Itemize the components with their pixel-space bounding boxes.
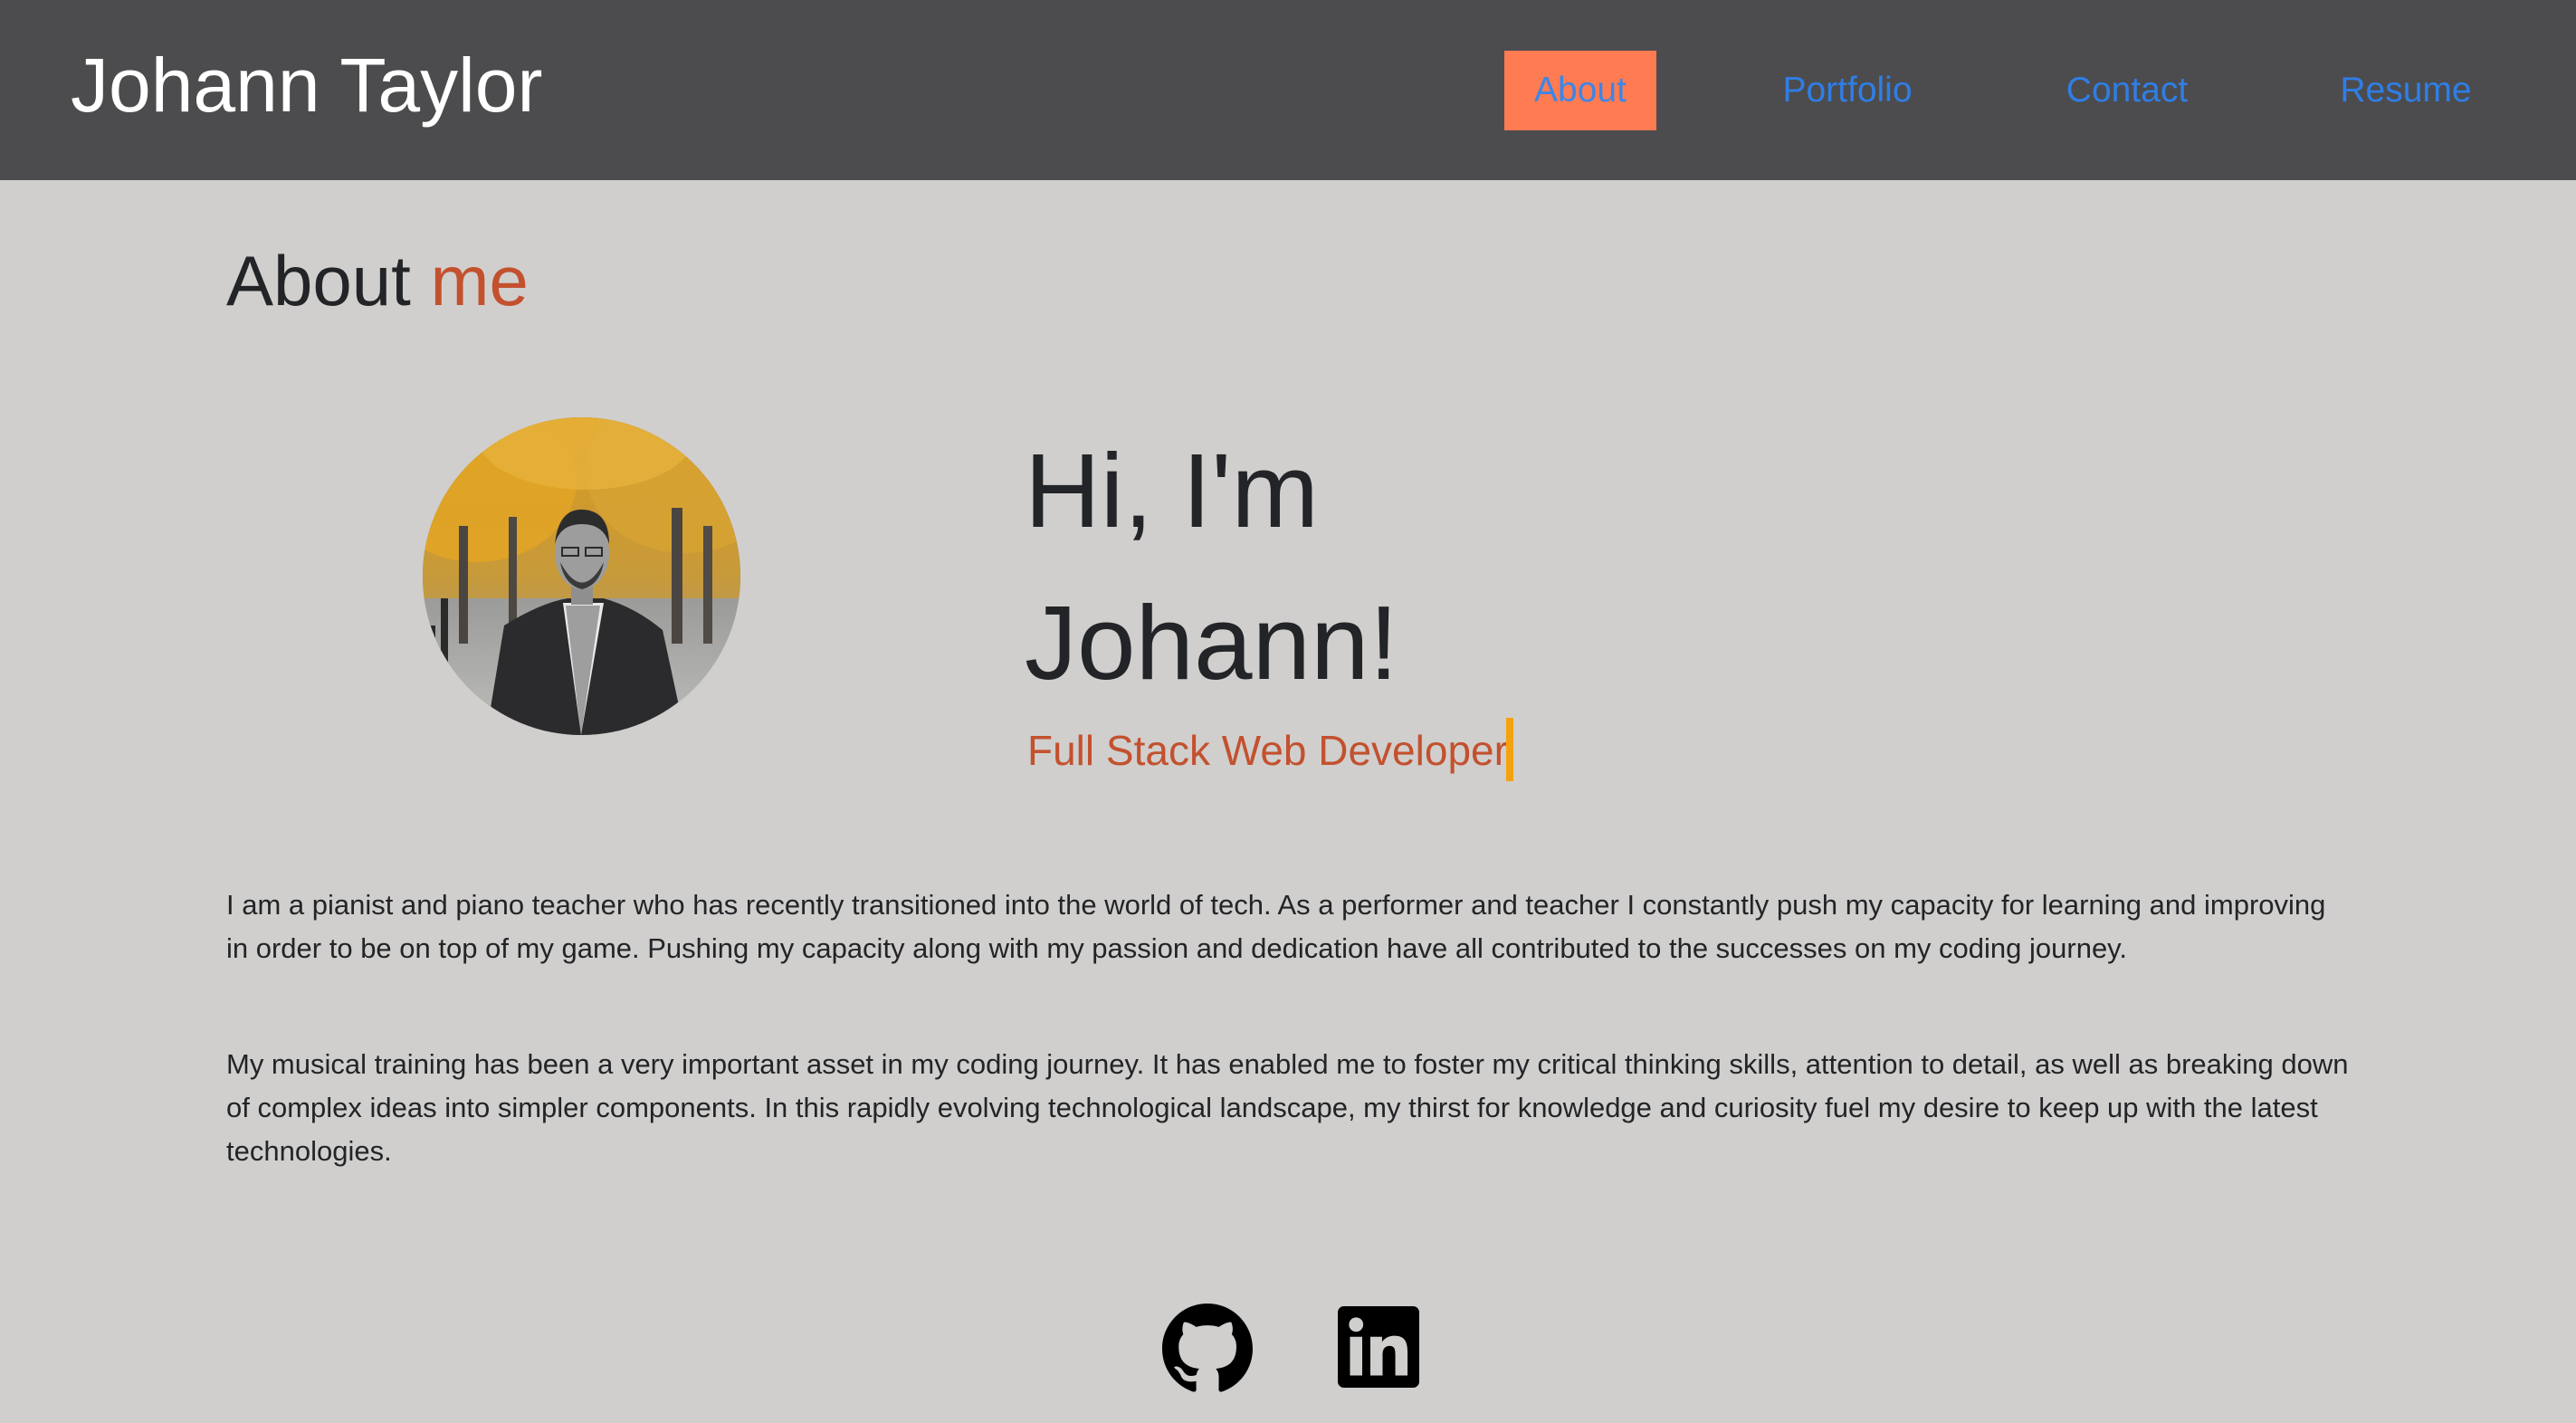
nav-contact[interactable]: Contact [2047, 51, 2207, 130]
greeting-line-1: Hi, I'm [1025, 432, 1320, 549]
profile-photo [423, 417, 740, 735]
typing-cursor [1506, 718, 1513, 781]
github-icon [1162, 1304, 1253, 1392]
nav-about[interactable]: About [1504, 51, 1656, 130]
greeting-line-2: Johann! [1025, 584, 1398, 702]
linkedin-icon [1338, 1306, 1419, 1388]
bio-paragraph-1: I am a pianist and piano teacher who has… [226, 889, 2326, 964]
navbar: Johann Taylor About Portfolio Contact Re… [0, 0, 2576, 180]
brand-name[interactable]: Johann Taylor [71, 40, 542, 130]
profile-photo-image [423, 417, 740, 735]
job-title: Full Stack Web Developer [1027, 727, 1508, 774]
nav-portfolio[interactable]: Portfolio [1761, 51, 1933, 130]
page-title-main: About [226, 241, 411, 320]
github-link[interactable] [1162, 1304, 1253, 1394]
page-title-accent: me [430, 241, 529, 320]
page-title: About me [226, 237, 529, 324]
nav-resume[interactable]: Resume [2326, 51, 2485, 130]
bio-paragraph-2: My musical training has been a very impo… [226, 1048, 2349, 1167]
linkedin-link[interactable] [1338, 1306, 1419, 1388]
